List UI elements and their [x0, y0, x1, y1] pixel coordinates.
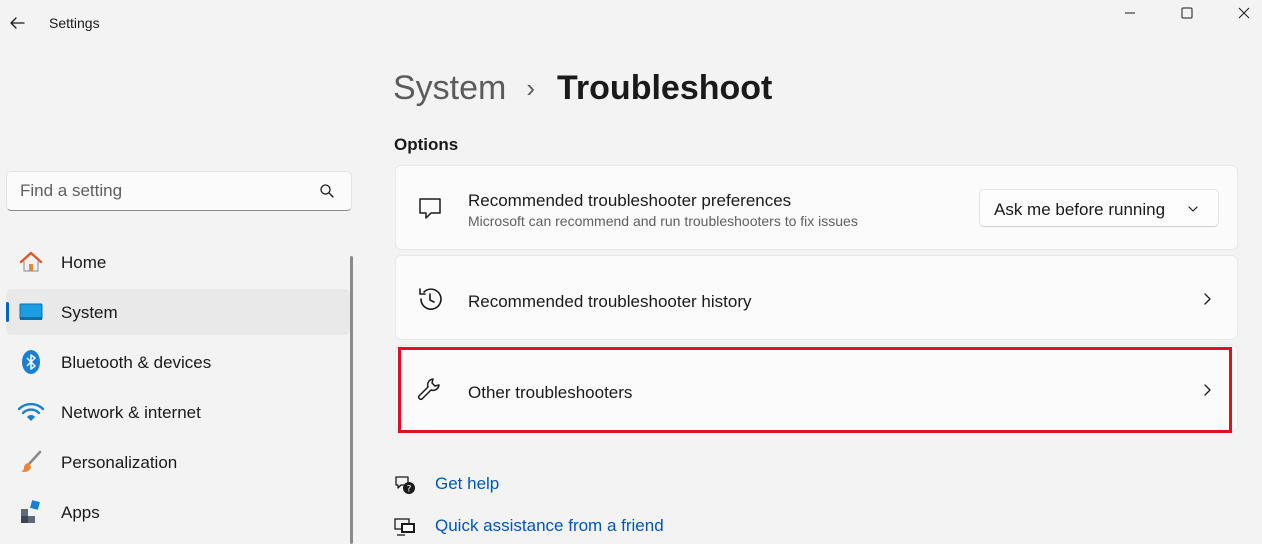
- quick-assist-link[interactable]: Quick assistance from a friend: [435, 516, 664, 536]
- breadcrumb-system[interactable]: System: [393, 69, 506, 108]
- card-other-troubleshooters[interactable]: Other troubleshooters: [395, 345, 1238, 432]
- card-troubleshooter-preferences: Recommended troubleshooter preferences M…: [395, 165, 1238, 250]
- wrench-icon: [417, 378, 440, 401]
- close-icon: [1238, 7, 1250, 19]
- sidebar-nav: Home System Bluetooth & devices Network …: [6, 239, 350, 539]
- card-subtitle: Microsoft can recommend and run troubles…: [468, 213, 858, 229]
- minimize-button[interactable]: [1101, 0, 1159, 26]
- troubleshooter-preference-dropdown[interactable]: Ask me before running: [979, 189, 1219, 227]
- chevron-down-icon: [1188, 206, 1198, 212]
- back-arrow-icon: [10, 17, 25, 29]
- card-title: Recommended troubleshooter history: [468, 292, 752, 311]
- wifi-icon: [18, 402, 44, 421]
- breadcrumb-separator: ›: [526, 72, 536, 103]
- get-help-link-row[interactable]: ? Get help: [393, 472, 499, 498]
- sidebar-item-label: Home: [61, 253, 107, 272]
- card-title: Other troubleshooters: [468, 383, 633, 402]
- sidebar-item-personalization[interactable]: Personalization: [6, 439, 350, 485]
- sidebar-item-apps[interactable]: Apps: [6, 489, 350, 535]
- page-title: Troubleshoot: [557, 68, 773, 107]
- svg-text:?: ?: [407, 485, 412, 495]
- sidebar-item-label: Personalization: [61, 453, 178, 472]
- sidebar-item-home[interactable]: Home: [6, 239, 350, 285]
- breadcrumb: System › Troubleshoot: [393, 66, 772, 110]
- search-box[interactable]: [6, 171, 352, 211]
- sidebar-item-network[interactable]: Network & internet: [6, 389, 350, 435]
- sidebar-item-label: System: [61, 303, 118, 322]
- quick-assist-link-row[interactable]: Quick assistance from a friend: [393, 514, 664, 540]
- chevron-right-icon: [1204, 384, 1211, 396]
- card-troubleshooter-history[interactable]: Recommended troubleshooter history: [395, 255, 1238, 340]
- chevron-right-icon: [1204, 293, 1211, 305]
- sidebar-item-system[interactable]: System: [6, 289, 350, 335]
- search-input[interactable]: [7, 172, 307, 210]
- message-icon: [419, 198, 441, 219]
- app-title: Settings: [49, 15, 100, 31]
- history-icon: [419, 288, 442, 310]
- remote-assist-icon: [394, 518, 415, 536]
- minimize-icon: [1125, 12, 1135, 14]
- monitor-icon: [19, 303, 43, 320]
- card-title: Recommended troubleshooter preferences: [468, 191, 792, 210]
- brush-icon: [21, 450, 42, 472]
- section-title-options: Options: [394, 135, 459, 154]
- maximize-icon: [1181, 7, 1193, 19]
- title-bar: Settings: [0, 0, 1262, 46]
- search-icon[interactable]: [319, 183, 335, 199]
- sidebar-item-label: Bluetooth & devices: [61, 353, 212, 372]
- dropdown-selected-value: Ask me before running: [994, 200, 1166, 219]
- back-button[interactable]: [4, 10, 30, 36]
- sidebar-scrollbar[interactable]: [350, 256, 353, 544]
- maximize-button[interactable]: [1158, 0, 1216, 26]
- home-icon: [19, 251, 43, 272]
- help-chat-icon: ?: [395, 476, 415, 495]
- get-help-link[interactable]: Get help: [435, 474, 499, 494]
- bluetooth-icon: [22, 350, 40, 374]
- sidebar-item-bluetooth[interactable]: Bluetooth & devices: [6, 339, 350, 385]
- sidebar-item-label: Network & internet: [61, 403, 201, 422]
- sidebar-item-label: Apps: [61, 503, 100, 522]
- close-button[interactable]: [1215, 0, 1262, 26]
- apps-icon: [21, 500, 40, 523]
